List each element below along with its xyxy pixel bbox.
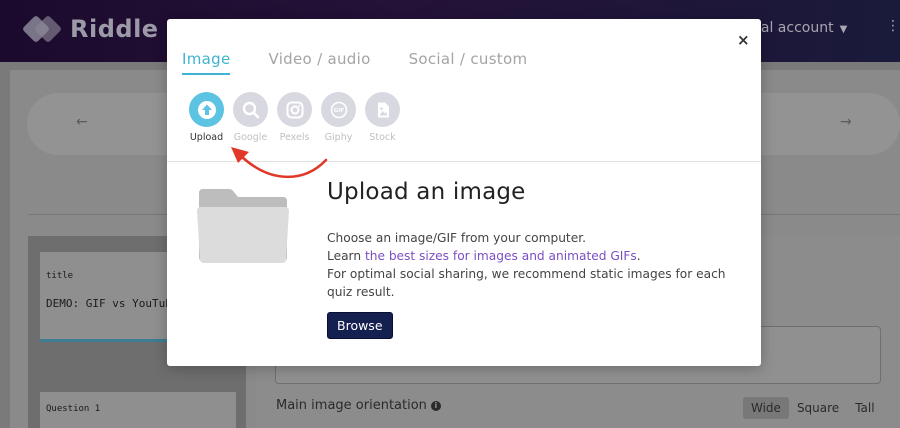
slide-card-label: Question 1 bbox=[46, 404, 101, 414]
browse-button[interactable]: Browse bbox=[327, 312, 393, 339]
source-stock[interactable]: Stock bbox=[365, 92, 400, 143]
orientation-toggle: Wide Square Tall bbox=[743, 397, 883, 419]
brand-name: Riddle bbox=[70, 15, 159, 43]
source-label: Stock bbox=[369, 132, 396, 143]
more-options-icon[interactable]: ⋮ bbox=[886, 18, 900, 34]
source-label: Pexels bbox=[279, 132, 310, 143]
camera-icon bbox=[277, 92, 312, 127]
upload-title: Upload an image bbox=[327, 179, 526, 205]
next-step-arrow-icon[interactable]: → bbox=[840, 114, 852, 130]
account-label: nal account bbox=[752, 20, 834, 36]
slide-card-label: title bbox=[46, 271, 74, 281]
tab-social-custom[interactable]: Social / custom bbox=[409, 50, 528, 75]
caret-down-icon: ▼ bbox=[839, 24, 848, 35]
media-type-tabs: Image Video / audio Social / custom bbox=[182, 50, 527, 75]
modal-divider bbox=[167, 161, 761, 162]
upload-line-choose: Choose an image/GIF from your computer. bbox=[327, 231, 586, 245]
learn-prefix: Learn bbox=[327, 249, 365, 263]
folder-icon bbox=[195, 187, 291, 269]
image-file-icon bbox=[365, 92, 400, 127]
source-label: Upload bbox=[189, 132, 224, 143]
upload-line-learn: Learn the best sizes for images and anim… bbox=[327, 247, 747, 265]
source-pexels[interactable]: Pexels bbox=[277, 92, 312, 143]
svg-text:GIF: GIF bbox=[333, 108, 344, 114]
tab-image[interactable]: Image bbox=[182, 50, 231, 75]
image-source-list: Upload Google Pexels GIF Giphy Stock bbox=[189, 92, 400, 143]
orientation-label-text: Main image orientation bbox=[276, 398, 427, 413]
brand-logo[interactable]: Riddle bbox=[21, 14, 159, 44]
orientation-wide-button[interactable]: Wide bbox=[743, 397, 789, 419]
slide-card-question[interactable]: Question 1 bbox=[40, 392, 236, 428]
info-icon[interactable]: i bbox=[430, 401, 441, 411]
close-button[interactable]: × bbox=[737, 31, 750, 49]
slide-card-value: DEMO: GIF vs YouTube bbox=[46, 297, 179, 310]
prev-step-arrow-icon[interactable]: ← bbox=[76, 114, 88, 130]
upload-line-social: For optimal social sharing, we recommend… bbox=[327, 267, 726, 299]
upload-arrow-icon bbox=[189, 92, 224, 127]
tab-video-audio[interactable]: Video / audio bbox=[268, 50, 370, 75]
upload-description: Choose an image/GIF from your computer. … bbox=[327, 229, 747, 301]
magnifier-icon bbox=[233, 92, 268, 127]
orientation-square-button[interactable]: Square bbox=[789, 397, 847, 419]
source-giphy[interactable]: GIF Giphy bbox=[321, 92, 356, 143]
riddle-logo-icon bbox=[21, 14, 63, 44]
media-picker-modal: × Image Video / audio Social / custom Up… bbox=[167, 19, 761, 366]
source-label: Giphy bbox=[324, 132, 353, 143]
orientation-label: Main image orientation i bbox=[276, 398, 441, 413]
orientation-tall-button[interactable]: Tall bbox=[847, 397, 882, 419]
gif-icon: GIF bbox=[321, 92, 356, 127]
source-label: Google bbox=[233, 132, 268, 143]
source-upload[interactable]: Upload bbox=[189, 92, 224, 143]
learn-suffix: . bbox=[636, 249, 641, 263]
account-menu[interactable]: nal account ▼ bbox=[752, 20, 847, 36]
source-google[interactable]: Google bbox=[233, 92, 268, 143]
image-sizes-link[interactable]: the best sizes for images and animated G… bbox=[365, 249, 637, 263]
